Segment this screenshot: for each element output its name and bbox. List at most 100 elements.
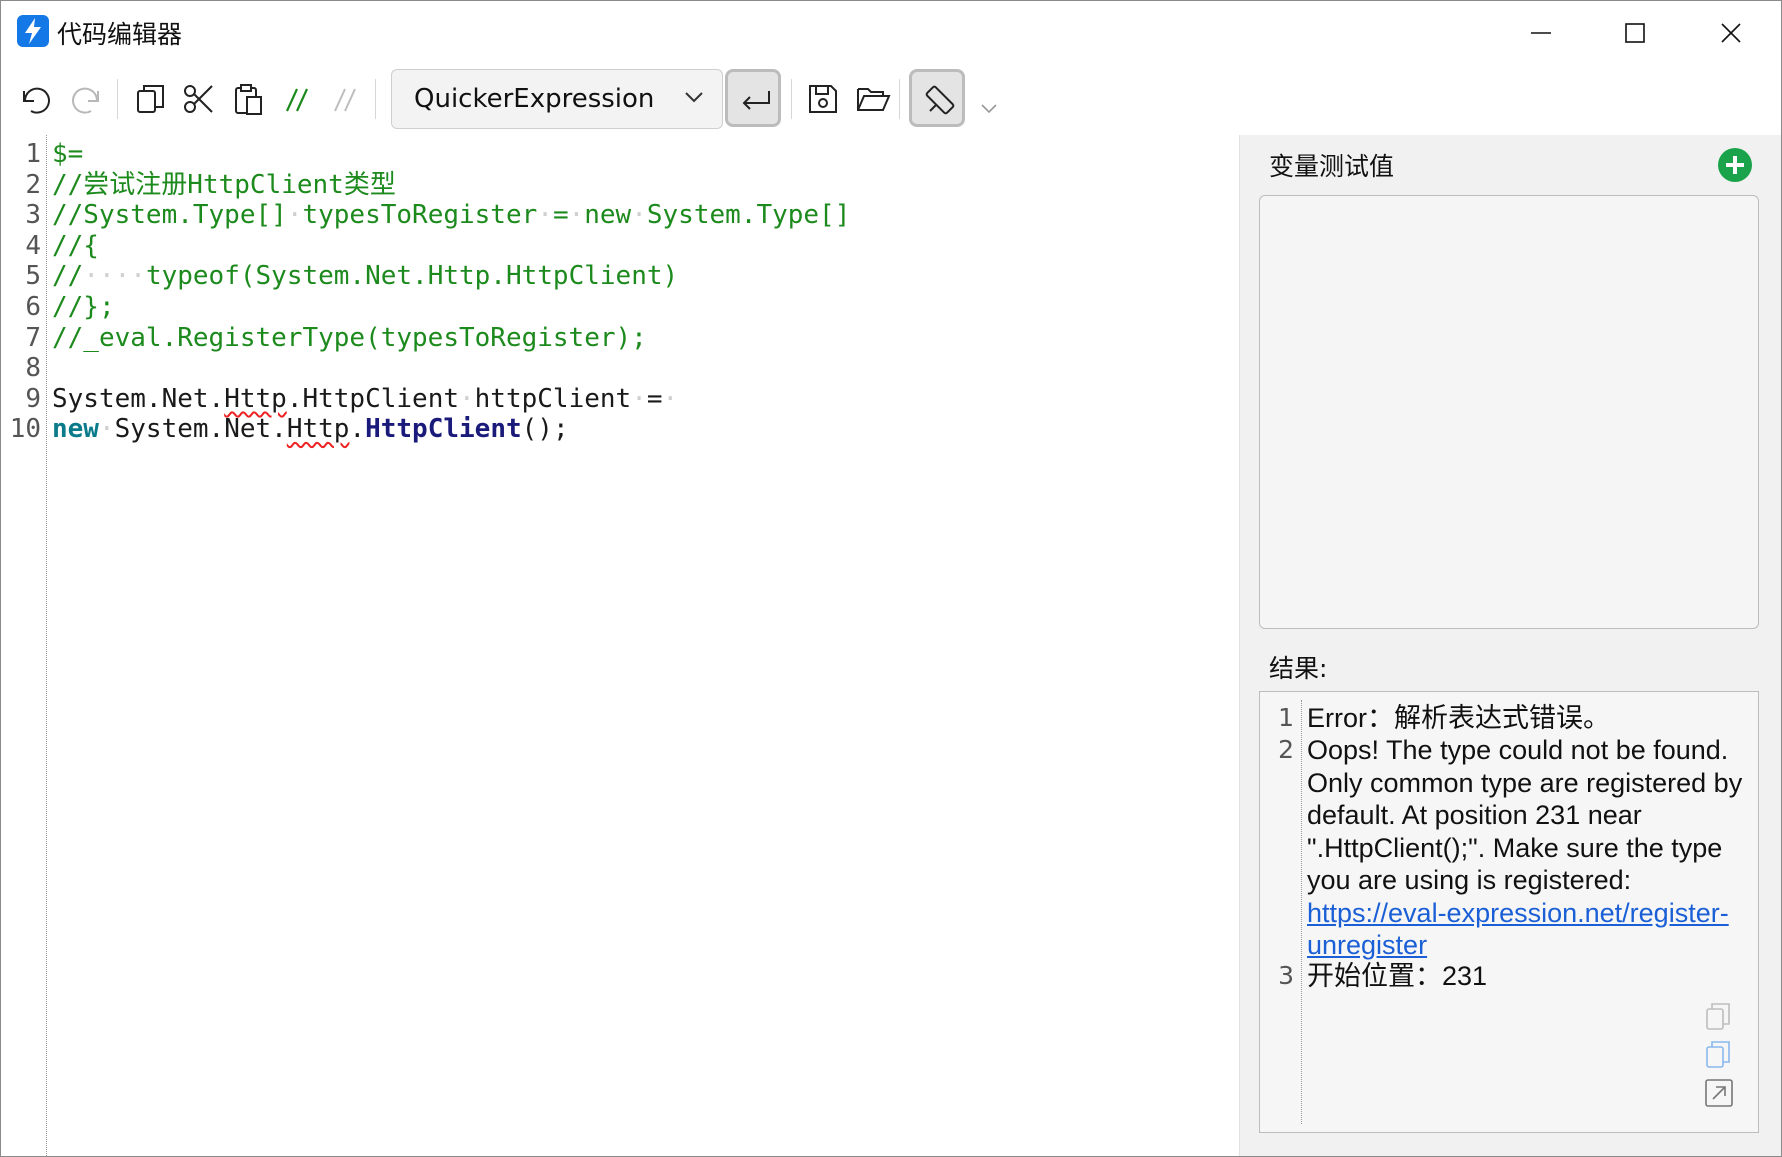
line-number: 2 — [25, 169, 41, 200]
code-text: //}; — [52, 290, 115, 324]
close-icon — [1721, 23, 1741, 43]
line-number: 5 — [25, 261, 41, 292]
copy-blue-icon[interactable] — [1702, 1038, 1736, 1072]
code-text: //System.Type[]·typesToRegister·=·new·Sy… — [52, 198, 850, 232]
copy-button[interactable] — [129, 77, 173, 121]
word-wrap-toggle[interactable] — [725, 69, 781, 127]
line-number: 6 — [25, 292, 41, 322]
line-number: 8 — [25, 353, 41, 384]
whitespace-marker: · — [631, 200, 647, 231]
whitespace-marker: · — [459, 383, 475, 414]
code-editor-window: 代码编辑器 QuickerExpression 1 $= 2 //尝试注册Htt… — [0, 0, 1782, 1157]
code-token: . — [349, 414, 366, 445]
close-button[interactable] — [1691, 9, 1771, 55]
help-link[interactable]: https://eval-expression.net/register-unr… — [1307, 898, 1729, 961]
line-number: 3 — [25, 200, 41, 231]
code-token: //尝试注册HttpClient类型 — [52, 169, 396, 200]
line-number: 7 — [25, 322, 41, 353]
format-toggle[interactable] — [909, 69, 965, 127]
code-token: Http — [286, 414, 350, 445]
result-line: Oops! The type could not be found. Only … — [1307, 734, 1747, 962]
cut-button[interactable] — [177, 77, 221, 121]
code-token: //}; — [52, 292, 115, 322]
toolbar-separator — [117, 79, 118, 119]
code-token: = — [646, 383, 663, 414]
code-token: httpClient — [474, 383, 632, 414]
undo-icon — [23, 87, 50, 114]
code-text: $= — [52, 137, 83, 171]
result-line: Error：解析表达式错误。 — [1307, 703, 1610, 733]
code-token: = — [552, 200, 569, 231]
whitespace-marker: · — [662, 383, 679, 414]
format-brush-icon — [925, 85, 955, 115]
code-token: typeof(System.Net.Http.HttpClient) — [145, 261, 679, 292]
code-token: new — [52, 414, 99, 445]
title-bar: 代码编辑器 — [1, 1, 1781, 63]
code-text: new·System.Net.Http.HttpClient(); — [52, 412, 569, 446]
comment-icon — [285, 88, 309, 112]
code-token: System.Type[] — [646, 200, 851, 231]
open-button[interactable] — [851, 77, 895, 121]
chevron-down-icon — [685, 92, 703, 103]
app-logo-icon — [17, 15, 49, 47]
code-token: System.Net. — [114, 414, 287, 445]
maximize-button[interactable] — [1595, 9, 1675, 55]
minimize-button[interactable] — [1501, 9, 1581, 55]
minimize-icon — [1531, 32, 1551, 34]
code-text: System.Net.Http.HttpClient·httpClient·=· — [52, 382, 678, 416]
copy-icon — [137, 85, 164, 113]
variable-test-label: 变量测试值 — [1269, 152, 1395, 181]
open-folder-icon — [857, 88, 891, 111]
whitespace-marker: · — [537, 200, 553, 231]
whitespace-marker: · — [286, 200, 303, 231]
result-line-number: 1 — [1278, 703, 1294, 732]
line-number: 9 — [25, 383, 41, 414]
code-token: .HttpClient — [286, 383, 459, 414]
line-number: 4 — [25, 230, 41, 261]
code-token: (); — [521, 414, 569, 445]
toolbar-separator — [791, 79, 792, 119]
maximize-icon — [1625, 23, 1645, 43]
plus-circle-icon[interactable] — [1717, 147, 1753, 183]
code-token: //System.Type[] — [52, 200, 287, 231]
window-title: 代码编辑器 — [57, 20, 183, 49]
code-text: //尝试注册HttpClient类型 — [52, 168, 396, 202]
line-number: 1 — [25, 139, 41, 169]
chevron-down-icon[interactable] — [979, 101, 999, 115]
result-message: Oops! The type could not be found. Only … — [1307, 735, 1743, 895]
code-token: //{ — [52, 230, 99, 261]
code-text: //_eval.RegisterType(typesToRegister); — [52, 321, 647, 355]
toolbar-separator — [375, 79, 376, 119]
whitespace-marker: · — [98, 414, 115, 445]
save-button[interactable] — [801, 77, 845, 121]
uncomment-button[interactable] — [325, 77, 369, 121]
undo-button[interactable] — [13, 77, 57, 121]
variable-test-input[interactable] — [1259, 195, 1759, 629]
result-gutter-divider — [1301, 700, 1302, 1124]
code-token: HttpClient — [365, 414, 522, 445]
redo-icon — [72, 87, 99, 114]
code-token: $= — [52, 139, 84, 169]
whitespace-marker: · — [631, 383, 647, 414]
toolbar: QuickerExpression — [1, 63, 1781, 135]
code-editor[interactable]: 1 $= 2//尝试注册HttpClient类型 3//System.Type[]·t… — [1, 135, 1239, 1156]
code-text: //{ — [52, 229, 99, 263]
word-wrap-icon — [742, 91, 770, 110]
comment-button[interactable] — [277, 77, 321, 121]
redo-button[interactable] — [65, 77, 109, 121]
paste-icon — [235, 84, 262, 115]
language-select[interactable]: QuickerExpression — [391, 69, 723, 129]
result-line: 开始位置：231 — [1307, 961, 1488, 991]
result-label: 结果: — [1269, 654, 1328, 683]
result-output[interactable]: 1 Error：解析表达式错误。 2 Oops! The type could … — [1259, 691, 1759, 1133]
code-token: typesToRegister — [302, 200, 538, 231]
save-icon — [809, 85, 837, 113]
line-number: 10 — [9, 414, 41, 445]
code-token: //_eval.RegisterType(typesToRegister); — [52, 322, 647, 353]
paste-button[interactable] — [227, 77, 271, 121]
code-token: Http — [224, 383, 287, 414]
open-external-icon[interactable] — [1702, 1076, 1736, 1110]
uncomment-icon — [334, 88, 356, 112]
result-line-number: 2 — [1278, 735, 1294, 764]
copy-icon[interactable] — [1702, 1000, 1736, 1034]
